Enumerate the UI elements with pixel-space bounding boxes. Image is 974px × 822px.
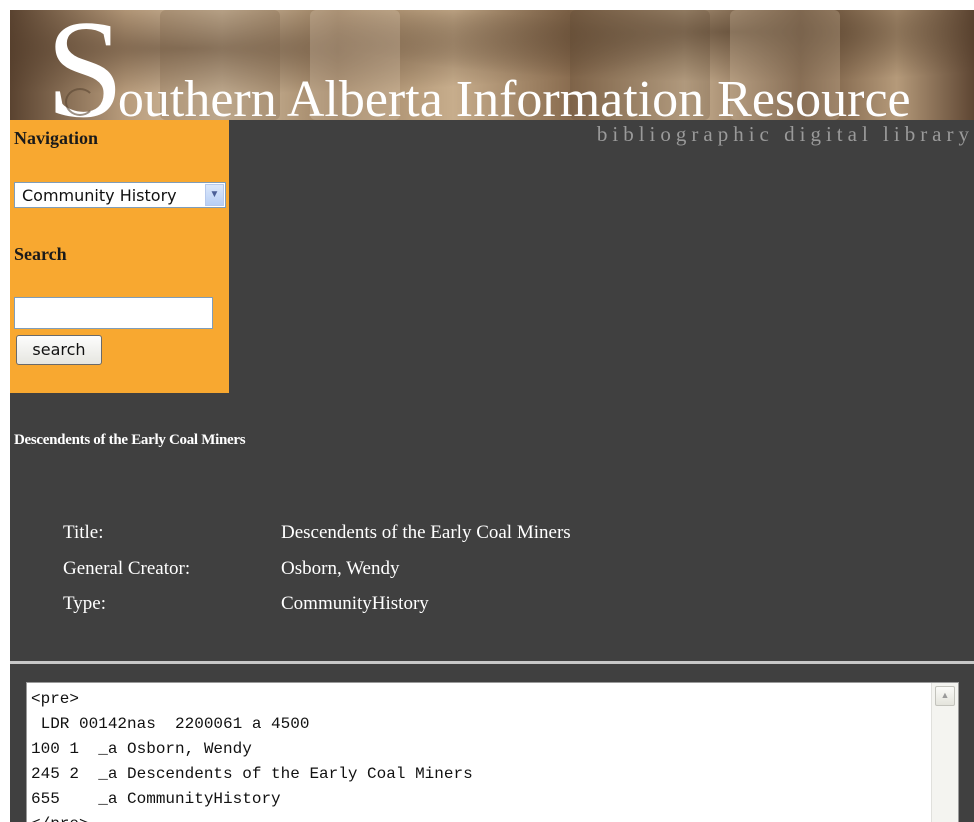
marc-record-textarea[interactable]: <pre> LDR 00142nas 2200061 a 4500 100 1 _… bbox=[26, 682, 959, 822]
navigation-select[interactable]: Community History ▼ bbox=[14, 182, 226, 208]
site-title[interactable]: Southern Alberta Information Resource bbox=[46, 10, 911, 120]
marc-line: </pre> bbox=[31, 812, 473, 822]
marc-line: LDR 00142nas 2200061 a 4500 bbox=[31, 715, 310, 733]
record-heading: Descendents of the Early Coal Miners bbox=[14, 432, 246, 448]
marc-line: 100 1 _a Osborn, Wendy bbox=[31, 740, 252, 758]
metadata-label: Type: bbox=[63, 593, 106, 614]
navigation-heading: Navigation bbox=[14, 128, 99, 148]
chevron-down-icon[interactable]: ▼ bbox=[205, 184, 224, 206]
sidebar: Navigation Community History ▼ Search se… bbox=[10, 120, 229, 393]
metadata-label: General Creator: bbox=[63, 558, 191, 579]
marc-record-lines: <pre> LDR 00142nas 2200061 a 4500 100 1 _… bbox=[31, 687, 473, 822]
swirl-logo-icon bbox=[65, 88, 95, 116]
marc-line: 245 2 _a Descendents of the Early Coal M… bbox=[31, 765, 473, 783]
metadata-value: Osborn, Wendy bbox=[281, 558, 400, 579]
navigation-select-value: Community History bbox=[22, 186, 177, 205]
header-banner: Southern Alberta Information Resource bbox=[10, 10, 974, 120]
site-title-rest: outhern Alberta Information Resource bbox=[117, 71, 911, 121]
marc-line: <pre> bbox=[31, 690, 80, 708]
scroll-up-arrow-icon[interactable]: ▲ bbox=[935, 686, 955, 706]
main-content: bibliographic digital library Navigation… bbox=[10, 120, 974, 664]
search-heading: Search bbox=[14, 244, 67, 264]
marc-section: <pre> LDR 00142nas 2200061 a 4500 100 1 _… bbox=[10, 664, 974, 822]
site-subtitle: bibliographic digital library bbox=[596, 122, 974, 146]
metadata-value: Descendents of the Early Coal Miners bbox=[281, 522, 571, 543]
metadata-label: Title: bbox=[63, 522, 104, 543]
metadata-value: CommunityHistory bbox=[281, 593, 429, 614]
page: Southern Alberta Information Resource bi… bbox=[0, 0, 974, 822]
marc-line: 655 _a CommunityHistory bbox=[31, 790, 281, 808]
search-button[interactable]: search bbox=[16, 335, 102, 365]
search-input[interactable] bbox=[14, 297, 213, 329]
vertical-scrollbar[interactable]: ▲ bbox=[931, 683, 958, 822]
